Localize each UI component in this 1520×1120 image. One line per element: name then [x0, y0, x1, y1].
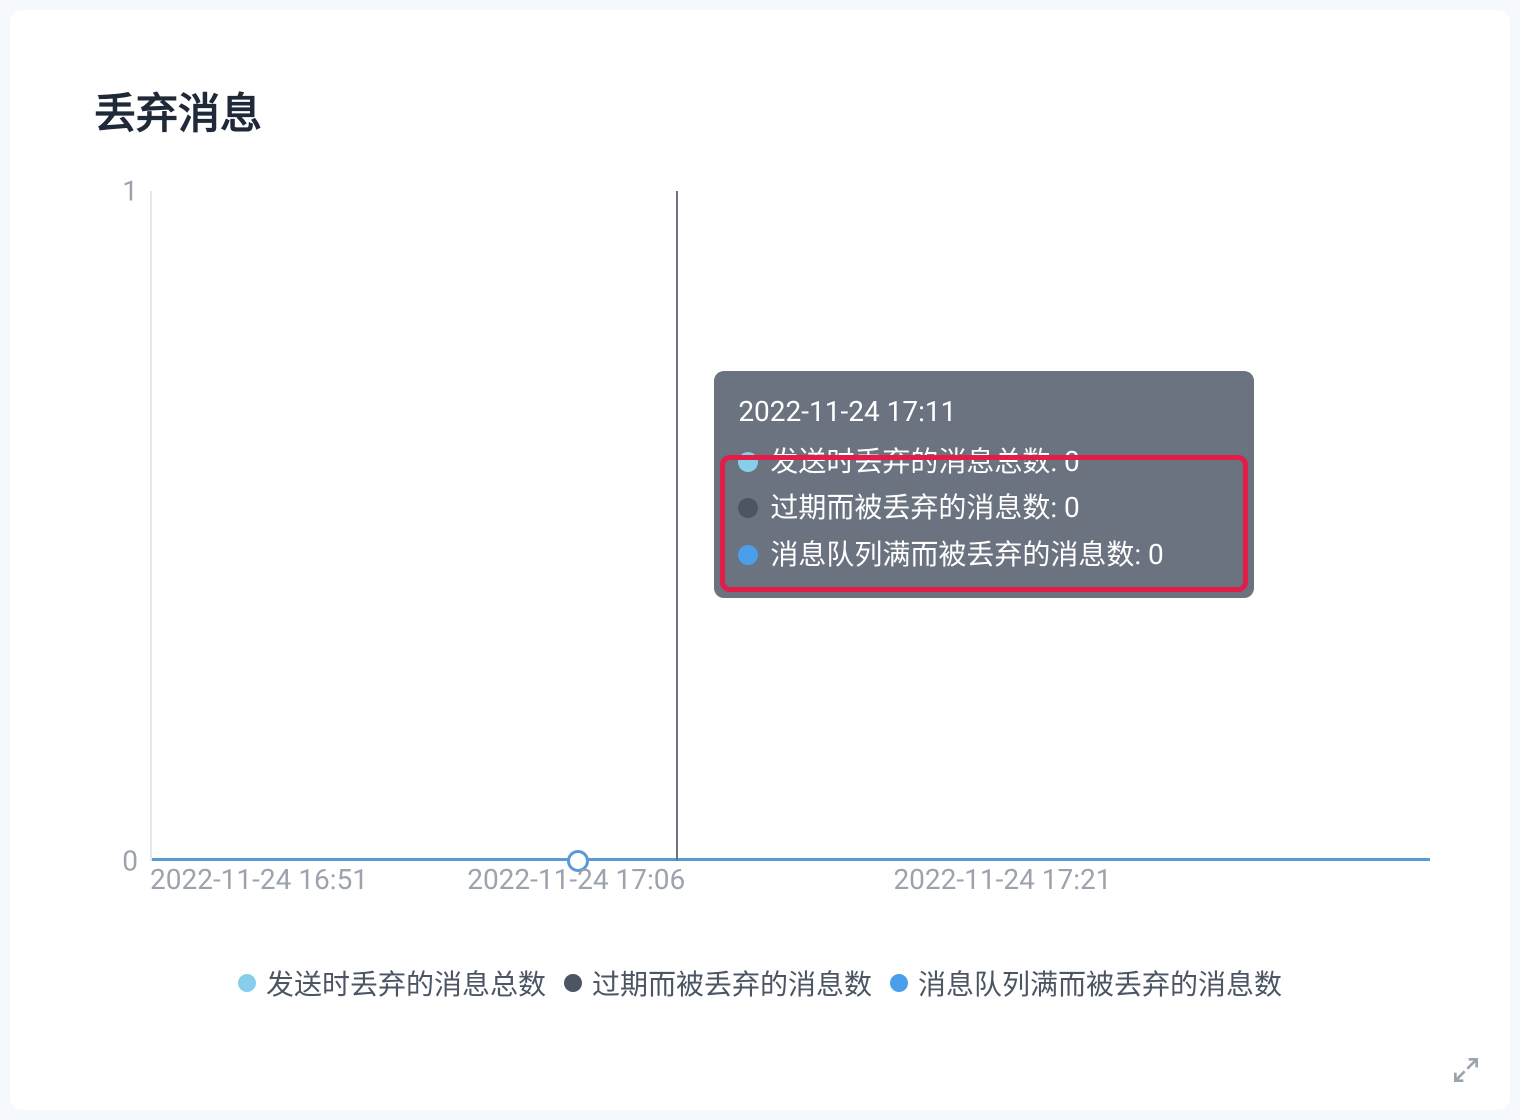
y-axis: 1 0	[110, 191, 150, 861]
crosshair-line	[676, 191, 678, 861]
x-tick-1: 2022-11-24 17:06	[467, 863, 685, 896]
legend-item-2[interactable]: 消息队列满而被丢弃的消息数	[890, 963, 1282, 1003]
x-tick-2: 2022-11-24 17:21	[893, 863, 1111, 896]
tooltip-row-0: 发送时丢弃的消息总数: 0	[738, 439, 1230, 485]
legend-item-1[interactable]: 过期而被丢弃的消息数	[564, 963, 872, 1003]
tooltip-dot-2	[738, 545, 758, 565]
x-tick-0: 2022-11-24 16:51	[150, 863, 368, 896]
tooltip-dot-1	[738, 498, 758, 518]
chart-tooltip: 2022-11-24 17:11 发送时丢弃的消息总数: 0 过期而被丢弃的消息…	[714, 371, 1254, 598]
tooltip-row-2: 消息队列满而被丢弃的消息数: 0	[738, 532, 1230, 578]
tooltip-label-0: 发送时丢弃的消息总数: 0	[770, 439, 1079, 485]
y-tick-1: 1	[122, 175, 138, 208]
legend-dot-1	[564, 974, 582, 992]
tooltip-timestamp: 2022-11-24 17:11	[738, 389, 1230, 435]
legend-label-1: 过期而被丢弃的消息数	[592, 963, 872, 1003]
expand-icon[interactable]	[1450, 1054, 1482, 1086]
chart-title: 丢弃消息	[94, 80, 1450, 141]
chart-legend: 发送时丢弃的消息总数 过期而被丢弃的消息数 消息队列满而被丢弃的消息数	[70, 963, 1450, 1003]
chart-area[interactable]: 1 0 2022-11-24 17:11 发送时丢弃的消息总数: 0 过期而被丢…	[110, 191, 1430, 891]
y-tick-0: 0	[122, 845, 138, 878]
tooltip-row-1: 过期而被丢弃的消息数: 0	[738, 485, 1230, 531]
legend-label-0: 发送时丢弃的消息总数	[266, 963, 546, 1003]
tooltip-dot-0	[738, 452, 758, 472]
chart-card: 丢弃消息 1 0 2022-11-24 17:11 发送时丢弃的消息总数: 0 …	[10, 10, 1510, 1110]
legend-dot-2	[890, 974, 908, 992]
plot-region[interactable]: 2022-11-24 17:11 发送时丢弃的消息总数: 0 过期而被丢弃的消息…	[150, 191, 1430, 861]
tooltip-label-1: 过期而被丢弃的消息数: 0	[770, 485, 1079, 531]
series-baseline	[152, 858, 1430, 861]
legend-dot-0	[238, 974, 256, 992]
legend-label-2: 消息队列满而被丢弃的消息数	[918, 963, 1282, 1003]
tooltip-label-2: 消息队列满而被丢弃的消息数: 0	[770, 532, 1163, 578]
x-axis: 2022-11-24 16:51 2022-11-24 17:06 2022-1…	[150, 863, 1430, 903]
legend-item-0[interactable]: 发送时丢弃的消息总数	[238, 963, 546, 1003]
